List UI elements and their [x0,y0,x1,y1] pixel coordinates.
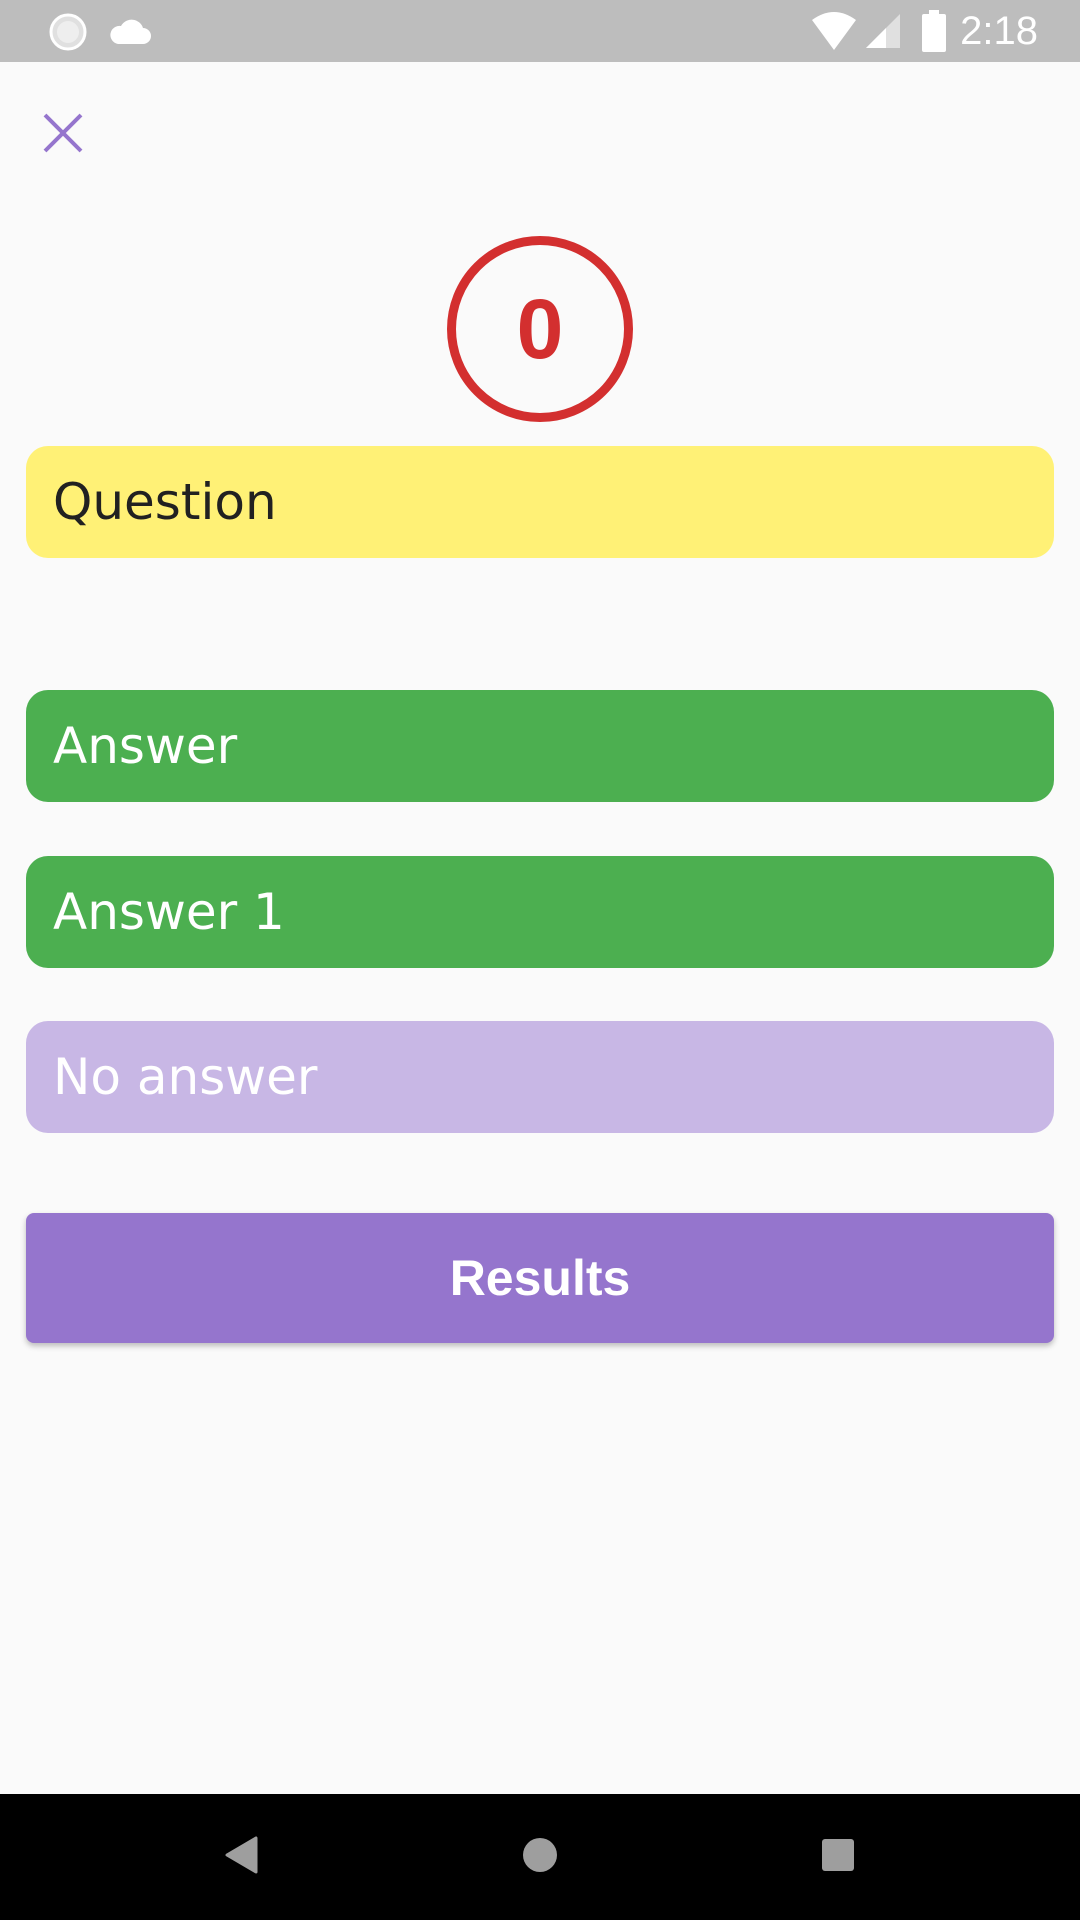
question-card: Question [26,446,1054,558]
battery-icon [922,10,946,57]
close-icon [42,112,84,159]
answer-label: Answer 1 [53,883,285,941]
status-time: 2:18 [960,9,1038,53]
sync-icon [48,12,88,57]
question-text: Question [53,473,277,531]
status-bar: 2:18 [0,0,1080,62]
answer-option[interactable]: Answer [26,690,1054,802]
no-answer-label: No answer [53,1048,318,1106]
home-button[interactable] [470,1794,610,1920]
back-button[interactable] [171,1794,311,1920]
recents-icon [821,1838,855,1877]
score-value: 0 [516,282,564,376]
back-icon [224,1836,258,1879]
cloud-icon [108,16,152,51]
close-button[interactable] [30,102,96,168]
navigation-bar [0,1794,1080,1920]
recents-button[interactable] [768,1794,908,1920]
results-label: Results [449,1250,631,1306]
signal-icon [864,12,902,55]
score-indicator: 0 [447,236,633,422]
results-button[interactable]: Results [26,1213,1054,1343]
answer-option[interactable]: Answer 1 [26,856,1054,968]
no-answer-option[interactable]: No answer [26,1021,1054,1133]
home-icon [522,1837,558,1878]
answer-label: Answer [53,717,238,775]
wifi-icon [810,10,858,57]
